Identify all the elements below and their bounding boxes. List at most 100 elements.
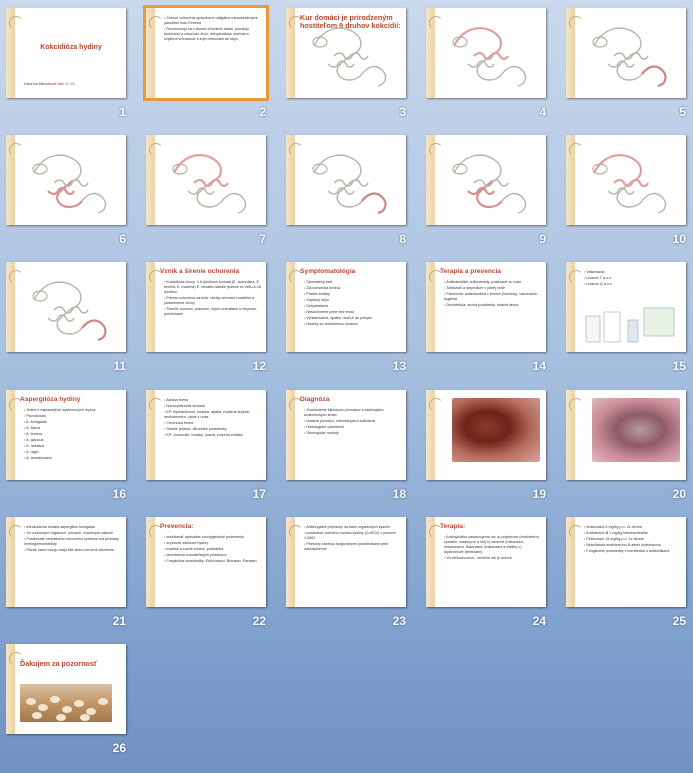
- bullet-item: Spomalený rast: [304, 280, 402, 285]
- bullet-item: Fungicídne prostriedky: Enilconazol, Bio…: [164, 559, 262, 564]
- bullet-item: Priestory ošetrujú fungicídnymi prostrie…: [304, 542, 402, 552]
- chicken: [74, 700, 84, 707]
- bullet-item: Črevné ochorenie spôsobené obligátne int…: [164, 16, 262, 26]
- slide-thumbnail[interactable]: [6, 262, 126, 352]
- swirl-ornament: [569, 525, 583, 539]
- slide-number: 5: [679, 105, 686, 119]
- bullet-item: Vo veľkochovoch - liečenie nie je účinné: [444, 556, 542, 561]
- slide-thumbnail[interactable]: [566, 135, 686, 225]
- intestine-segment: [473, 51, 509, 61]
- slide-thumbnail[interactable]: Terapia: Antimykotiká nasadzujeme na: a) …: [426, 517, 546, 607]
- bullet-item: Nebulizácia amfotericínu B alebo klotrim…: [584, 543, 682, 548]
- swirl-ornament: [9, 16, 23, 30]
- slide-thumbnail[interactable]: Symptomatológia Spomalený rastZlá konverz…: [286, 262, 406, 352]
- bullet-item: Vakcinácia:: [584, 270, 682, 275]
- slide-number: 4: [539, 105, 546, 119]
- bullet-item: Dehydratácia: [304, 304, 402, 309]
- bullet-item: kvalitné a suché krmivo, podstielka: [164, 547, 262, 552]
- bullet-item: A. flavus: [24, 426, 122, 431]
- swirl-ornament: [569, 398, 583, 412]
- slide-thumbnail[interactable]: Intrakutánna invázia aspergillus fumigat…: [6, 517, 126, 607]
- crop-shape: [312, 163, 328, 175]
- intestine-diagram: [312, 27, 387, 87]
- slide-thumbnail[interactable]: [566, 8, 686, 98]
- slide-title: Kokcidióza hydiny: [40, 44, 102, 51]
- pathology-photo: [452, 398, 540, 462]
- bullet-item: Izolácia pôvodcu, mikroskopia a kultivác…: [304, 419, 402, 424]
- vaccine-bottle: [585, 315, 601, 343]
- slide-thumbnail[interactable]: Črevné ochorenie spôsobené obligátne int…: [143, 5, 269, 101]
- bullet-item: A. fumigatus: [24, 420, 122, 425]
- chickens-photo: [20, 684, 112, 722]
- swirl-ornament: [149, 143, 163, 157]
- slide-bullets: Vakcinácia:Livacox T a.u.v.Livacox Q a.u…: [584, 270, 682, 288]
- slide-thumbnail[interactable]: Ďakujem za pozornosť: [6, 644, 126, 734]
- bullet-item: Histologické vyšetrenie: [304, 425, 402, 430]
- swirl-ornament: [569, 16, 583, 30]
- intestine-diagram: [172, 154, 247, 214]
- slide-thumbnail[interactable]: [6, 135, 126, 225]
- bullet-item: KP: chudnutie, hnačky, únava, znížená zn…: [164, 433, 262, 438]
- intestine-diagram: [32, 281, 107, 342]
- intestine-segment: [81, 192, 107, 214]
- intestine-segment: [313, 27, 362, 55]
- bullet-item: A. niger: [24, 450, 122, 455]
- slide-thumbnail[interactable]: [566, 390, 686, 480]
- slide-thumbnail[interactable]: [146, 135, 266, 225]
- slide-number: 25: [672, 614, 686, 628]
- slide-thumbnail[interactable]: [426, 135, 546, 225]
- crop-shape: [452, 163, 468, 175]
- slide-thumbnail[interactable]: Kur domáci je prirodzeným hostiteľom 9 d…: [286, 8, 406, 98]
- bullet-item: dezinfekcia chovateľských priestorov: [164, 553, 262, 558]
- bullet-item: Prenos ochorenia za kolá: všetky vnímavé…: [164, 296, 262, 306]
- intestine-segment: [453, 27, 502, 56]
- slide-thumbnail[interactable]: Aspergilóza hydiny Jedna z najčastejších …: [6, 390, 126, 480]
- slide-thumbnail[interactable]: Vznik a šírenie ochorenia Kokcidióza chov…: [146, 262, 266, 352]
- slide-title: Vznik a šírenie ochorenia: [160, 268, 240, 275]
- slide-number: 14: [532, 359, 546, 373]
- slide-number: 16: [112, 487, 126, 501]
- slide-bullets: Jedna z najčastejších systémových mykózP…: [24, 408, 122, 462]
- bullet-item: A. glaucus: [24, 438, 122, 443]
- intestine-segment: [81, 319, 107, 342]
- slide-thumbnail[interactable]: Vakcinácia:Livacox T a.u.v.Livacox Q a.u…: [566, 262, 686, 352]
- vaccine-bottle: [603, 311, 621, 343]
- slide-thumbnail[interactable]: Akútna formaNovovyliahnuté kurčatáKP: dý…: [146, 390, 266, 480]
- bullet-item: Jedna z najčastejších systémových mykóz: [24, 408, 122, 413]
- slide-bullets: Zhodnotenie klinických príznakov a patol…: [304, 408, 402, 437]
- pathology-photo: [592, 398, 680, 462]
- slide-title: Aspergilóza hydiny: [20, 396, 81, 403]
- slide-number: 7: [259, 232, 266, 246]
- slide-thumbnail[interactable]: Antifungálne prípravky na báze organický…: [286, 517, 406, 607]
- slide-thumbnail[interactable]: Terapia a prevencia Antikokcidiká, sulfon…: [426, 262, 546, 352]
- bullet-item: Antifungálne prípravky na báze organický…: [304, 525, 402, 530]
- intestine-diagram: [592, 154, 667, 214]
- slide-thumbnail[interactable]: Itrakonazol 6 mg/kg p.o. 2x denneAmfoter…: [566, 517, 686, 607]
- chicken: [56, 714, 66, 721]
- slide-thumbnail[interactable]: Diagnóza Zhodnotenie klinických príznakov…: [286, 390, 406, 480]
- swirl-ornament: [569, 270, 583, 284]
- slide-number: 23: [392, 614, 406, 628]
- bullet-item: Vyhladovanie, apatia, nechuť do pohybu: [304, 316, 402, 321]
- bullet-item: Kokcidióza chovy, 3-6 týždňové kurčatá (…: [164, 280, 262, 295]
- chicken: [26, 698, 36, 705]
- slide-thumbnail[interactable]: Kokcidióza hydiny Katarína Mikulášová 3ab…: [6, 8, 126, 98]
- intestine-diagram: [452, 27, 527, 87]
- bullet-item: Akútna forma: [164, 398, 262, 403]
- intestine-segment: [33, 154, 82, 182]
- slide-thumbnail[interactable]: [426, 390, 546, 480]
- slide-bullets: Antimykotiká nasadzujeme na: a) polyénov…: [444, 535, 542, 562]
- intestine-segment: [501, 65, 527, 87]
- slide-thumbnail[interactable]: Prevencia: dodržiavať optimálne zoohygien…: [146, 517, 266, 607]
- slide-bullets: Antifungálne prípravky na báze organický…: [304, 525, 402, 553]
- swirl-ornament: [149, 16, 163, 30]
- slide-thumbnail[interactable]: [426, 8, 546, 98]
- slide-number: 6: [119, 232, 126, 246]
- slide-number: 13: [392, 359, 406, 373]
- slide-thumbnail[interactable]: [286, 135, 406, 225]
- bullet-item: zvyšovať odolnosť hydiny: [164, 541, 262, 546]
- bullet-item: Amfotericín B 1 mg/kg intratracheálne: [584, 531, 682, 536]
- intestine-diagram: [312, 154, 387, 215]
- slide-title: Symptomatológia: [300, 268, 356, 275]
- bullet-item: Prevencia: antikokcidiká v krmive (ionof…: [444, 292, 542, 302]
